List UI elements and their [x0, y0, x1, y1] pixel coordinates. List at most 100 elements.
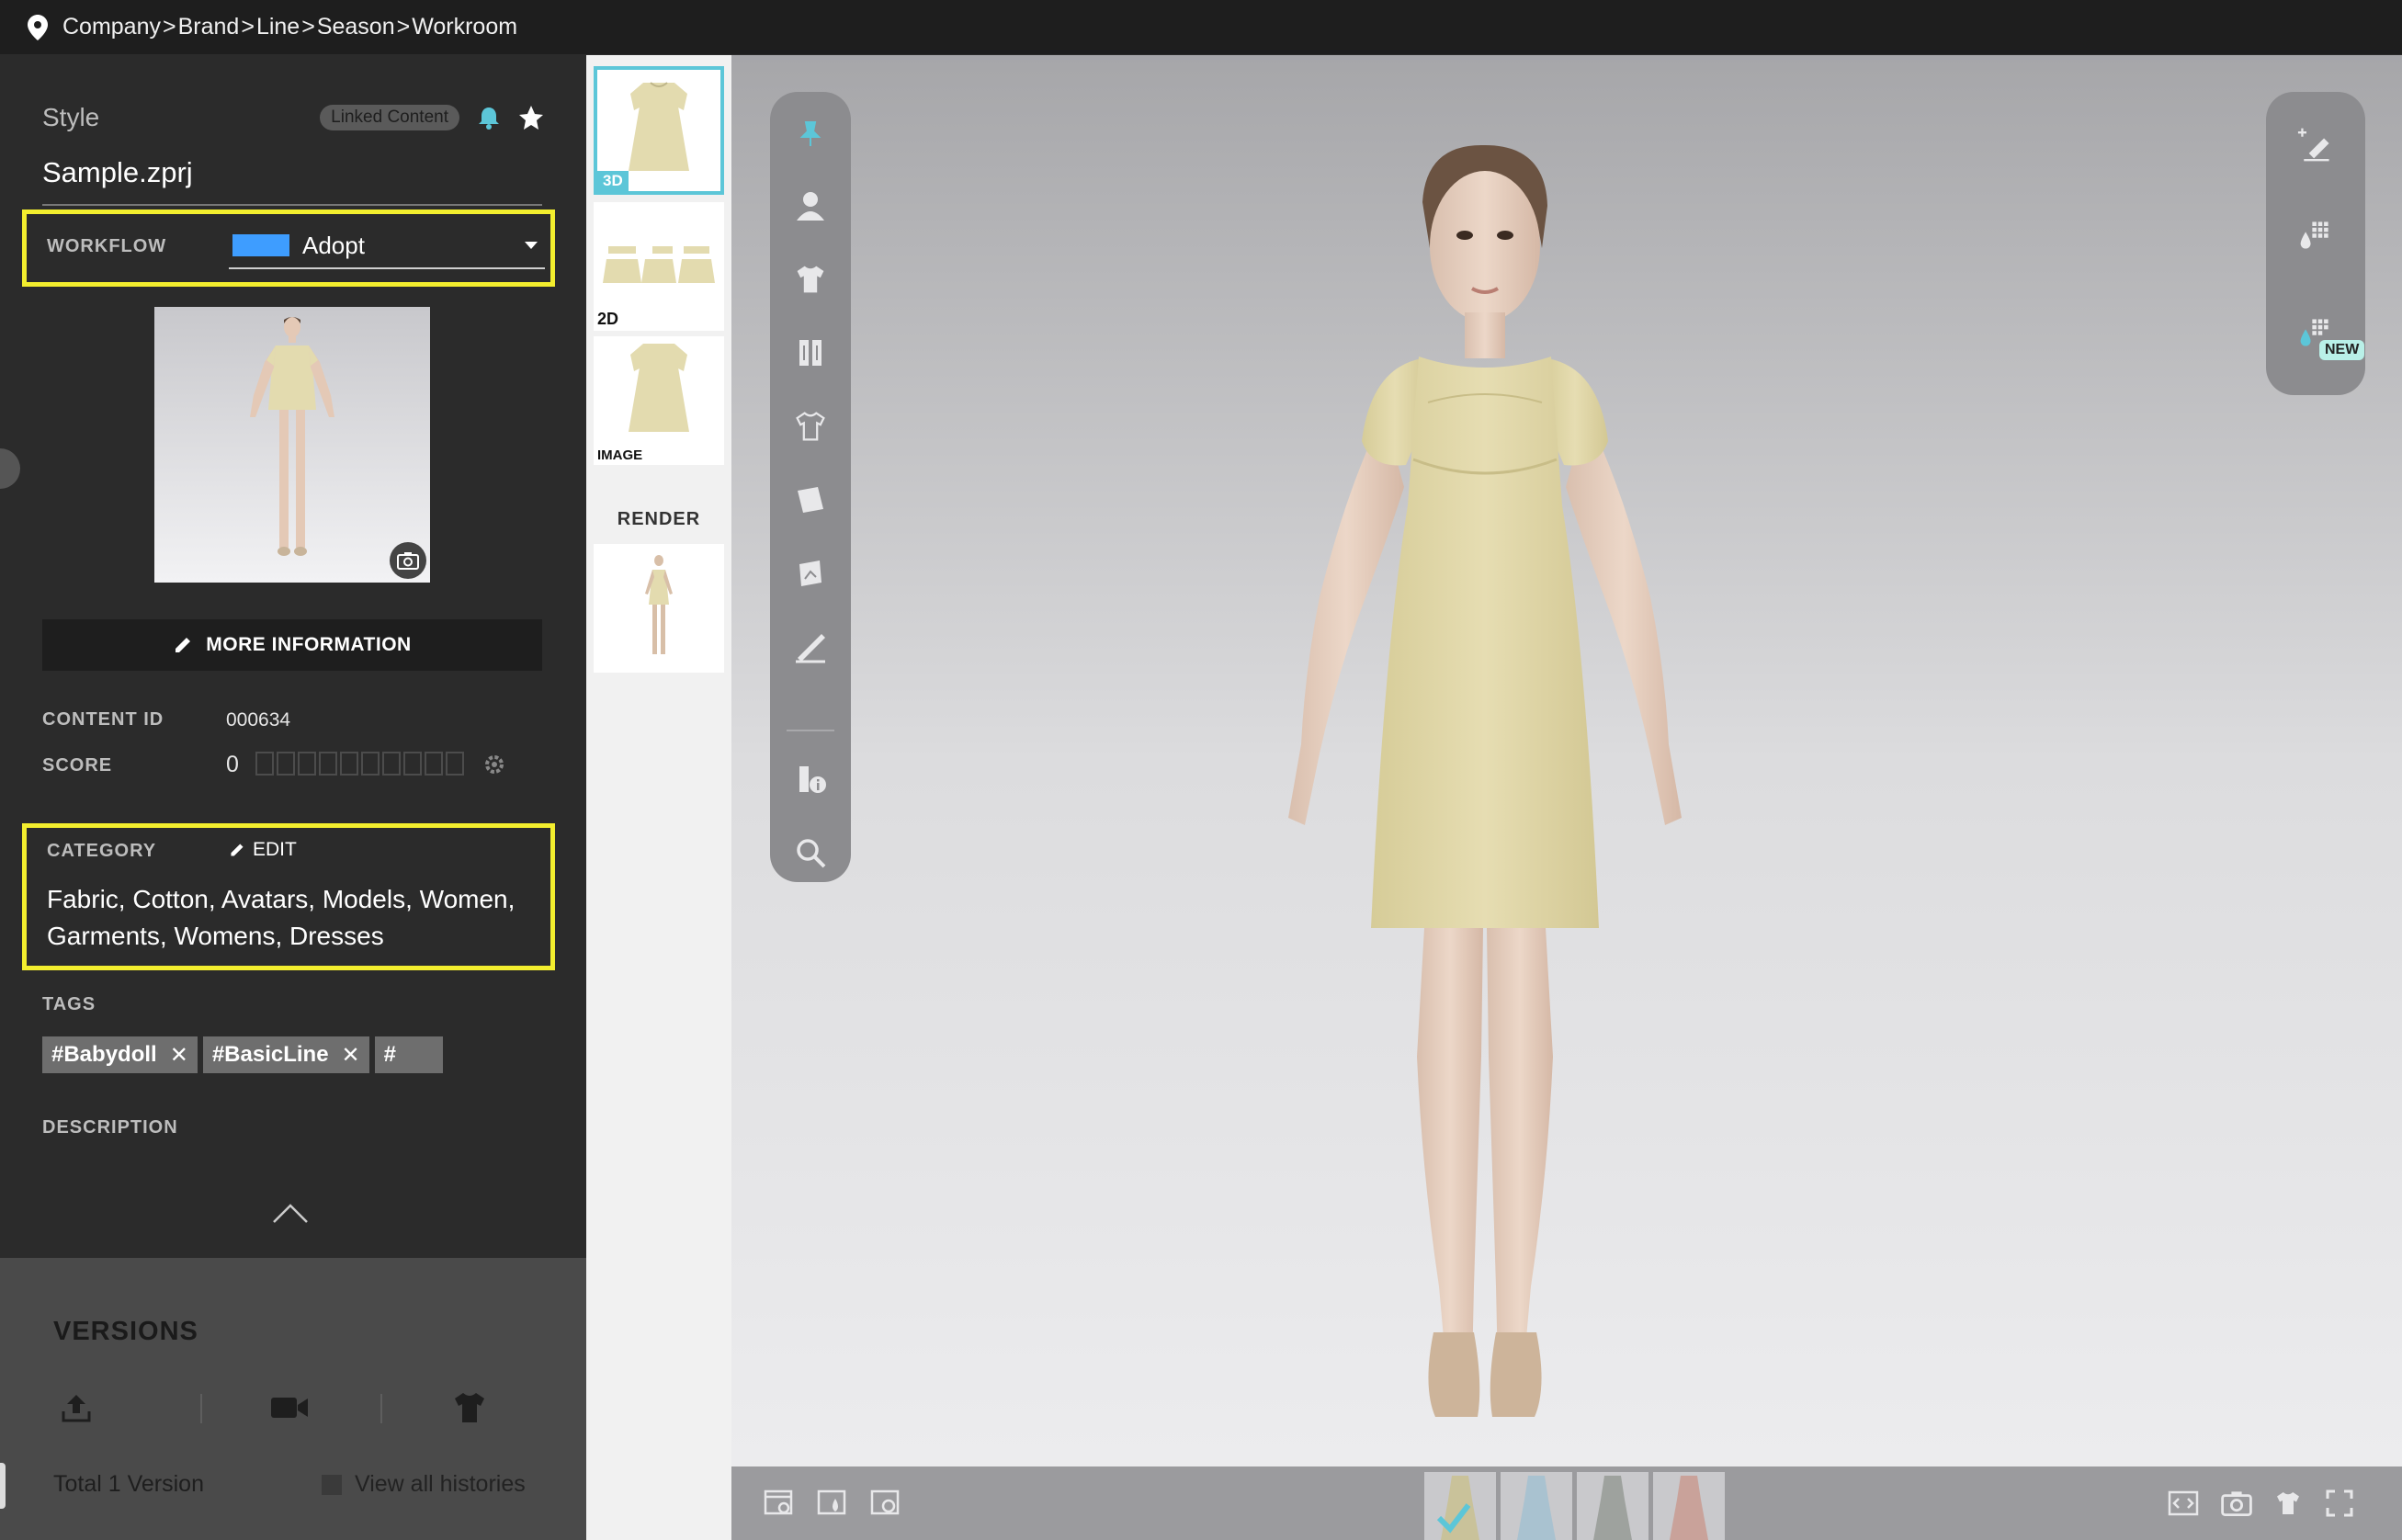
- garment-tool[interactable]: [792, 261, 829, 298]
- colorway-dress-1: [1517, 1476, 1556, 1540]
- more-information-button[interactable]: MORE INFORMATION: [42, 619, 542, 671]
- colorway-tool[interactable]: [2297, 217, 2334, 254]
- new-badge: NEW: [2319, 340, 2365, 360]
- render-settings-button[interactable]: [763, 1487, 796, 1520]
- fabric-settings-button[interactable]: [816, 1487, 849, 1520]
- video-icon: [271, 1398, 308, 1418]
- close-icon[interactable]: ✕: [342, 1042, 360, 1069]
- breadcrumb-brand[interactable]: Brand: [178, 14, 240, 40]
- workflow-value: Adopt: [302, 231, 365, 259]
- star-icon[interactable]: [518, 105, 544, 130]
- tags-list: #Babydoll ✕ #BasicLine ✕ #: [42, 1036, 448, 1073]
- pin-tool[interactable]: [792, 116, 829, 153]
- category-edit-button[interactable]: EDIT: [229, 839, 297, 861]
- measure-tool[interactable]: [792, 628, 829, 665]
- category-edit-label: EDIT: [253, 839, 297, 860]
- avatar-3d-model: [1288, 144, 1682, 1417]
- outline-garment-tool[interactable]: [792, 408, 829, 445]
- panel-toggle-button[interactable]: [0, 448, 20, 489]
- thumbnail-3d[interactable]: 3D: [594, 66, 724, 195]
- score-value: 0: [226, 752, 239, 777]
- tag-chip[interactable]: #Babydoll ✕: [42, 1036, 198, 1073]
- garment-info-icon: [799, 766, 826, 793]
- checkbox[interactable]: [322, 1474, 342, 1495]
- info-tool[interactable]: [792, 761, 829, 798]
- score-bar: [425, 752, 443, 776]
- shirt-icon: [455, 1393, 484, 1422]
- colorway-grid-icon: [2300, 221, 2328, 249]
- code-icon: [2168, 1490, 2199, 1516]
- annotate-tool[interactable]: [2297, 125, 2334, 162]
- dress-image: [629, 344, 689, 432]
- 3d-viewport[interactable]: NEW: [731, 55, 2402, 1466]
- thumbnail-image-label: IMAGE: [597, 447, 643, 463]
- breadcrumb-line[interactable]: Line: [256, 14, 300, 40]
- chevron-up-icon[interactable]: [272, 1202, 309, 1224]
- bell-icon[interactable]: [476, 105, 502, 130]
- breadcrumb-season[interactable]: Season: [317, 14, 395, 40]
- edge-tab[interactable]: [0, 1463, 6, 1509]
- render-thumbnail[interactable]: [594, 544, 724, 673]
- fabric-tool[interactable]: [792, 481, 829, 518]
- linked-content-badge: Linked Content: [320, 105, 459, 130]
- texture-icon: [799, 561, 821, 586]
- tag-input[interactable]: #: [374, 1036, 443, 1073]
- camera-button[interactable]: [390, 542, 426, 579]
- style-header: Style Linked Content: [42, 103, 544, 132]
- snapshot-button[interactable]: [2220, 1487, 2253, 1520]
- breadcrumb-company[interactable]: Company: [62, 14, 161, 40]
- gear-icon[interactable]: [483, 753, 505, 776]
- tag-label: #Babydoll: [51, 1042, 157, 1067]
- breadcrumb-separator: >: [241, 14, 255, 40]
- colorway-swatch[interactable]: [1577, 1472, 1649, 1540]
- tag-chip[interactable]: #BasicLine ✕: [202, 1036, 369, 1073]
- pattern-tool[interactable]: [792, 334, 829, 371]
- add-annotation-icon: [2297, 128, 2329, 162]
- render-settings-icon: [764, 1489, 793, 1515]
- style-label: Style: [42, 103, 100, 131]
- camera-icon: [397, 552, 419, 570]
- pencil-icon: [231, 844, 244, 856]
- right-toolbar: NEW: [2266, 92, 2365, 395]
- colorway-swatch[interactable]: [1424, 1472, 1496, 1540]
- thumbnail-2d[interactable]: 2D: [594, 202, 724, 331]
- garment-snapshot-button[interactable]: [2272, 1487, 2305, 1520]
- video-button[interactable]: [266, 1385, 312, 1431]
- score-bar: [255, 752, 274, 776]
- embed-button[interactable]: [2167, 1487, 2200, 1520]
- fabric-drop-icon: [817, 1489, 846, 1515]
- thumbnail-2d-label: 2D: [597, 310, 619, 328]
- thumbnail-image[interactable]: IMAGE: [594, 336, 724, 465]
- pattern-pieces-icon: [799, 340, 821, 366]
- category-highlight: CATEGORY EDIT Fabric, Cotton, Avatars, M…: [22, 823, 555, 970]
- location-pin-icon: [28, 14, 48, 40]
- colorway-swatch[interactable]: [1653, 1472, 1725, 1540]
- filename-divider: [42, 204, 542, 206]
- content-id-value: 000634: [226, 709, 291, 730]
- versions-panel: VERSIONS Total 1 Version View all histor…: [0, 1258, 586, 1540]
- score-bar: [403, 752, 422, 776]
- score-bar: [382, 752, 401, 776]
- breadcrumb-workroom[interactable]: Workroom: [412, 14, 517, 40]
- viewport-bottom-bar: [731, 1466, 2402, 1540]
- workflow-dropdown[interactable]: Adopt: [229, 223, 545, 269]
- style-filename: Sample.zprj: [42, 156, 193, 188]
- total-versions: Total 1 Version: [53, 1471, 204, 1497]
- upload-button[interactable]: [53, 1385, 99, 1431]
- texture-tool[interactable]: [792, 555, 829, 592]
- camera-icon: [2221, 1491, 2252, 1516]
- colorway-swatch[interactable]: [1501, 1472, 1572, 1540]
- colorway-settings-button[interactable]: [869, 1487, 902, 1520]
- top-bar: Company > Brand > Line > Season > Workroom: [0, 0, 2402, 55]
- zoom-tool[interactable]: [792, 834, 829, 871]
- close-icon[interactable]: ✕: [170, 1042, 188, 1069]
- garment-button[interactable]: [447, 1385, 493, 1431]
- tags-label: TAGS: [42, 994, 96, 1014]
- style-thumbnail[interactable]: [154, 307, 430, 583]
- view-all-histories[interactable]: View all histories: [322, 1471, 526, 1498]
- avatar-icon: [797, 192, 824, 221]
- avatar-tool[interactable]: [792, 187, 829, 224]
- fullscreen-button[interactable]: [2323, 1487, 2356, 1520]
- score-bar: [361, 752, 380, 776]
- view-all-label: View all histories: [355, 1471, 526, 1497]
